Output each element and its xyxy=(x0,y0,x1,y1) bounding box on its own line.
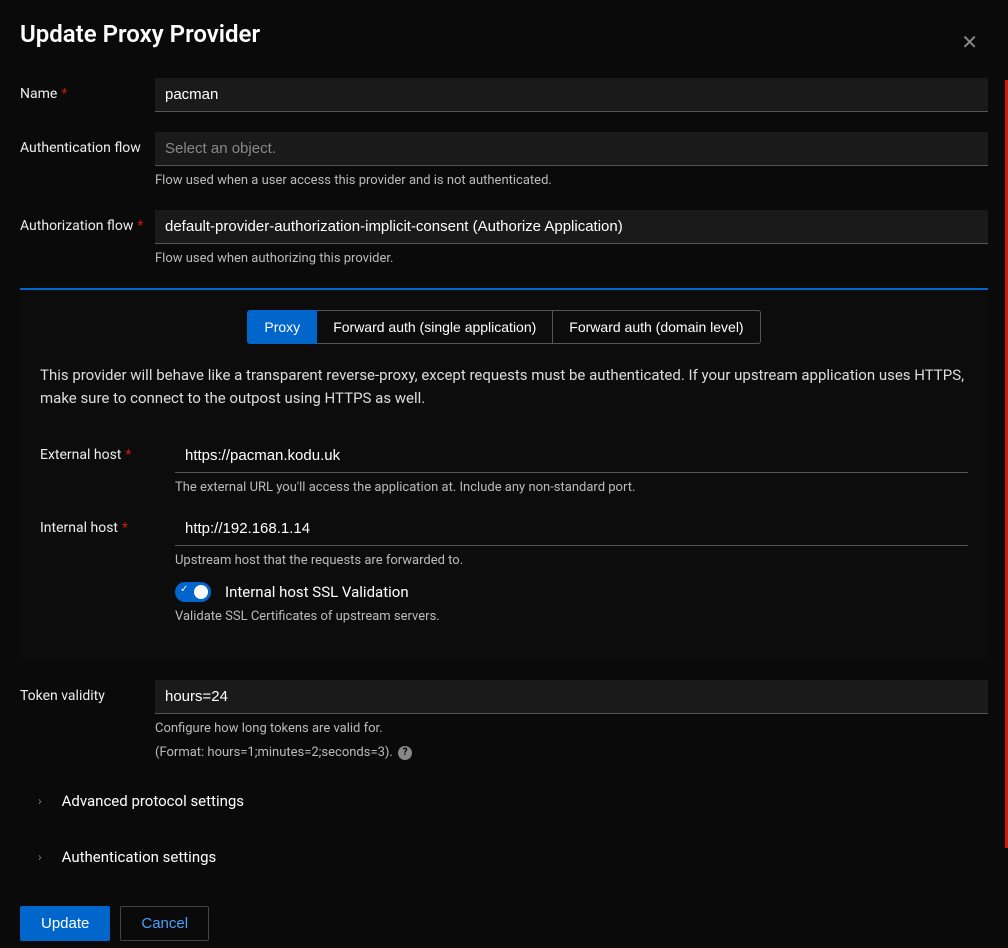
ssl-validation-row: Internal host SSL Validation xyxy=(175,582,968,602)
tab-forward-domain[interactable]: Forward auth (domain level) xyxy=(553,310,760,344)
update-proxy-modal: Update Proxy Provider ✕ Name* Authentica… xyxy=(0,0,1008,948)
update-button[interactable]: Update xyxy=(20,906,110,941)
authentication-flow-help: Flow used when a user access this provid… xyxy=(155,172,988,190)
required-indicator: * xyxy=(137,218,143,234)
modal-title: Update Proxy Provider xyxy=(20,20,988,48)
authorization-flow-row: Authorization flow* Flow used when autho… xyxy=(20,210,988,268)
required-indicator: * xyxy=(122,520,128,536)
internal-host-row: Internal host* Upstream host that the re… xyxy=(40,512,968,626)
internal-host-help: Upstream host that the requests are forw… xyxy=(175,552,968,570)
external-host-help: The external URL you'll access the appli… xyxy=(175,479,968,497)
external-host-input[interactable] xyxy=(175,439,968,473)
token-validity-help2: (Format: hours=1;minutes=2;seconds=3). ? xyxy=(155,744,988,762)
tab-proxy[interactable]: Proxy xyxy=(247,310,317,344)
external-host-row: External host* The external URL you'll a… xyxy=(40,439,968,497)
internal-host-input[interactable] xyxy=(175,512,968,546)
close-icon: ✕ xyxy=(961,32,978,54)
advanced-settings-toggle[interactable]: › Advanced protocol settings xyxy=(20,782,988,820)
chevron-right-icon: › xyxy=(38,794,42,808)
authorization-flow-help: Flow used when authorizing this provider… xyxy=(155,250,988,268)
ssl-validation-toggle[interactable] xyxy=(175,582,211,602)
ssl-validation-label: Internal host SSL Validation xyxy=(225,583,409,601)
authentication-flow-select[interactable] xyxy=(155,132,988,166)
internal-host-label: Internal host* xyxy=(40,512,175,536)
token-validity-help1: Configure how long tokens are valid for. xyxy=(155,720,988,738)
token-validity-label: Token validity xyxy=(20,680,155,704)
tab-forward-single[interactable]: Forward auth (single application) xyxy=(317,310,553,344)
name-row: Name* xyxy=(20,78,988,112)
authorization-flow-label: Authorization flow* xyxy=(20,210,155,234)
modal-footer: Update Cancel xyxy=(20,906,988,941)
required-indicator: * xyxy=(61,86,67,102)
cancel-button[interactable]: Cancel xyxy=(120,906,209,941)
authentication-flow-row: Authentication flow Flow used when a use… xyxy=(20,132,988,190)
name-input[interactable] xyxy=(155,78,988,112)
token-validity-input[interactable] xyxy=(155,680,988,714)
token-validity-row: Token validity Configure how long tokens… xyxy=(20,680,988,762)
external-host-label: External host* xyxy=(40,439,175,463)
chevron-right-icon: › xyxy=(38,850,42,864)
mode-tabs: Proxy Forward auth (single application) … xyxy=(40,310,968,344)
authentication-settings-toggle[interactable]: › Authentication settings xyxy=(20,838,988,876)
authorization-flow-select[interactable] xyxy=(155,210,988,244)
proxy-mode-section: Proxy Forward auth (single application) … xyxy=(20,288,988,660)
ssl-validation-help: Validate SSL Certificates of upstream se… xyxy=(175,608,968,626)
help-icon[interactable]: ? xyxy=(398,746,412,760)
required-indicator: * xyxy=(125,447,131,463)
authentication-flow-label: Authentication flow xyxy=(20,132,155,156)
close-button[interactable]: ✕ xyxy=(961,30,978,55)
mode-description: This provider will behave like a transpa… xyxy=(40,364,968,409)
name-label: Name* xyxy=(20,78,155,102)
